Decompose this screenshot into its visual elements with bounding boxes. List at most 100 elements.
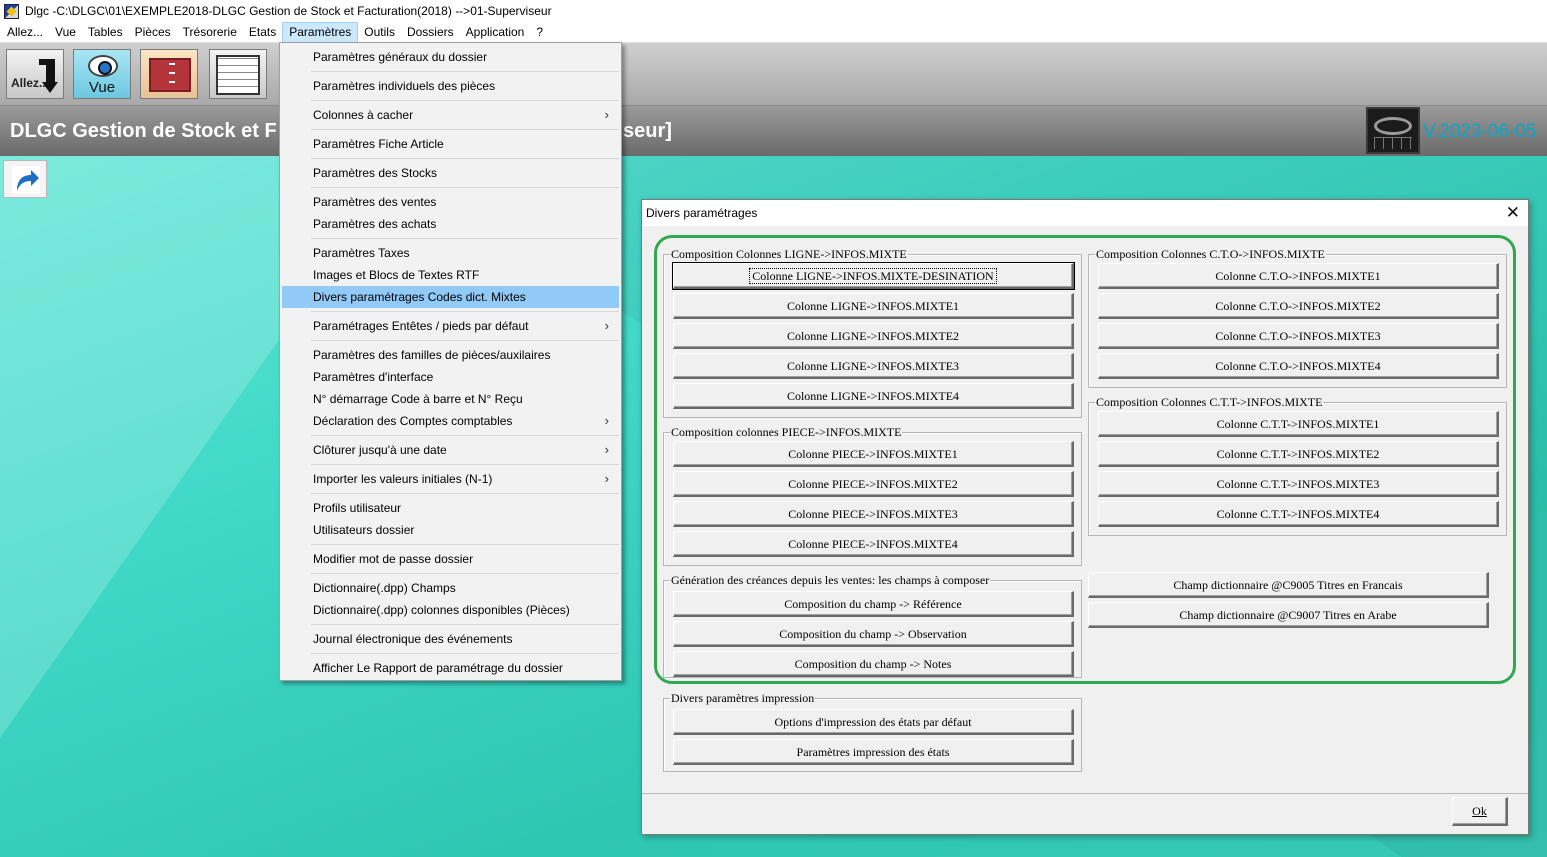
banner-title-tail: seur] xyxy=(623,120,672,142)
fiche-toolbar-button[interactable] xyxy=(209,49,267,99)
menu-outils[interactable]: Outils xyxy=(358,22,401,43)
form-person-icon xyxy=(216,55,260,95)
dd-item-rapport[interactable]: Afficher Le Rapport de paramétrage du do… xyxy=(282,657,619,679)
piece-mixte1-button[interactable]: Colonne PIECE->INFOS.MIXTE1 xyxy=(673,441,1074,467)
menu-help[interactable]: ? xyxy=(530,22,549,43)
menu-application[interactable]: Application xyxy=(460,22,531,43)
dialog-titlebar: Divers paramétrages ✕ xyxy=(642,200,1528,226)
ligne-mixte3-button[interactable]: Colonne LIGNE->INFOS.MIXTE3 xyxy=(673,353,1074,379)
group-piece: Composition colonnes PIECE->INFOS.MIXTE … xyxy=(663,425,1082,566)
piece-mixte3-button[interactable]: Colonne PIECE->INFOS.MIXTE3 xyxy=(673,501,1074,527)
dd-item-dictionnaire-champs[interactable]: Dictionnaire(.dpp) Champs xyxy=(282,577,619,599)
vue-toolbar-label: Vue xyxy=(88,79,116,96)
champ-observation-button[interactable]: Composition du champ -> Observation xyxy=(673,621,1074,647)
arrow-down-icon xyxy=(39,59,58,93)
dd-item-ventes[interactable]: Paramètres des ventes xyxy=(282,191,619,213)
group-cto-label: Composition Colonnes C.T.O->INFOS.MIXTE xyxy=(1095,247,1326,262)
ctt-mixte2-button[interactable]: Colonne C.T.T->INFOS.MIXTE2 xyxy=(1098,441,1499,467)
dd-item-achats[interactable]: Paramètres des achats xyxy=(282,213,619,235)
parametres-impression-button[interactable]: Paramètres impression des états xyxy=(673,739,1074,765)
dictionnaire-c9007-button[interactable]: Champ dictionnaire @C9007 Titres en Arab… xyxy=(1088,602,1489,628)
dd-item-journal[interactable]: Journal électronique des événements xyxy=(282,628,619,650)
cto-mixte4-button[interactable]: Colonne C.T.O->INFOS.MIXTE4 xyxy=(1098,353,1499,379)
app-logo-icon xyxy=(4,3,19,19)
piece-mixte4-button[interactable]: Colonne PIECE->INFOS.MIXTE4 xyxy=(673,531,1074,557)
ctt-mixte1-button[interactable]: Colonne C.T.T->INFOS.MIXTE1 xyxy=(1098,411,1499,437)
chevron-right-icon: › xyxy=(604,413,609,428)
dd-item-fiche-article[interactable]: Paramètres Fiche Article xyxy=(282,133,619,155)
dictionnaire-c9005-button[interactable]: Champ dictionnaire @C9005 Titres en Fran… xyxy=(1088,572,1489,598)
dd-item-parametres-generaux[interactable]: Paramètres généraux du dossier xyxy=(282,46,619,68)
ligne-mixte2-button[interactable]: Colonne LIGNE->INFOS.MIXTE2 xyxy=(673,323,1074,349)
menu-parametres[interactable]: Paramètres xyxy=(282,21,359,43)
menu-dossiers[interactable]: Dossiers xyxy=(401,22,460,43)
cto-mixte1-button[interactable]: Colonne C.T.O->INFOS.MIXTE1 xyxy=(1098,263,1499,289)
divers-parametrages-dialog: Divers paramétrages ✕ Composition Colonn… xyxy=(641,199,1529,835)
menu-etats[interactable]: Etats xyxy=(243,22,282,43)
group-generation: Génération des créances depuis les vente… xyxy=(663,573,1082,678)
ligne-mixte4-button[interactable]: Colonne LIGNE->INFOS.MIXTE4 xyxy=(673,383,1074,409)
dd-item-code-barre[interactable]: N° démarrage Code à barre et N° Reçu xyxy=(282,388,619,410)
dd-item-comptes-comptables[interactable]: Déclaration des Comptes comptables › xyxy=(282,410,619,432)
window-title: Dlgc -C:\DLGC\01\EXEMPLE2018-DLGC Gestio… xyxy=(25,4,552,18)
ligne-mixte1-button[interactable]: Colonne LIGNE->INFOS.MIXTE1 xyxy=(673,293,1074,319)
shortcut-button[interactable] xyxy=(3,160,47,198)
menubar: Allez... Vue Tables Pièces Trésorerie Et… xyxy=(0,21,1547,43)
dd-item-entetes-pieds[interactable]: Paramétrages Entêtes / pieds par défaut › xyxy=(282,315,619,337)
dd-item-stocks[interactable]: Paramètres des Stocks xyxy=(282,162,619,184)
menu-pieces[interactable]: Pièces xyxy=(129,22,177,43)
dd-item-colonnes-cacher[interactable]: Colonnes à cacher › xyxy=(282,104,619,126)
dd-item-utilisateurs[interactable]: Utilisateurs dossier xyxy=(282,519,619,541)
group-ligne: Composition Colonnes LIGNE->INFOS.MIXTE … xyxy=(663,247,1082,418)
dd-item-taxes[interactable]: Paramètres Taxes xyxy=(282,242,619,264)
menu-vue[interactable]: Vue xyxy=(49,22,82,43)
vue-toolbar-button[interactable]: Vue xyxy=(73,49,131,99)
group-ctt-label: Composition Colonnes C.T.T->INFOS.MIXTE xyxy=(1095,395,1324,410)
group-ligne-label: Composition Colonnes LIGNE->INFOS.MIXTE xyxy=(670,247,908,262)
dd-item-interface[interactable]: Paramètres d'interface xyxy=(282,366,619,388)
dd-item-divers-parametrages[interactable]: Divers paramétrages Codes dict. Mixtes xyxy=(282,286,619,308)
chevron-right-icon: › xyxy=(604,318,609,333)
dialog-footer-divider xyxy=(642,793,1528,794)
toolbar: Allez... Vue xyxy=(0,43,1547,106)
options-impression-button[interactable]: Options d'impression des états par défau… xyxy=(673,709,1074,735)
dd-item-mot-de-passe[interactable]: Modifier mot de passe dossier xyxy=(282,548,619,570)
app-banner: DLGC Gestion de Stock et F seur] xyxy=(0,106,1547,156)
ctt-mixte3-button[interactable]: Colonne C.T.T->INFOS.MIXTE3 xyxy=(1098,471,1499,497)
calendar-icon[interactable] xyxy=(1366,107,1420,154)
dd-item-images-rtf[interactable]: Images et Blocs de Textes RTF xyxy=(282,264,619,286)
dd-item-profils[interactable]: Profils utilisateur xyxy=(282,497,619,519)
group-cto: Composition Colonnes C.T.O->INFOS.MIXTE … xyxy=(1088,247,1507,388)
group-generation-label: Génération des créances depuis les vente… xyxy=(670,573,991,588)
shortcut-arrow-icon xyxy=(12,166,40,194)
close-icon[interactable]: ✕ xyxy=(1506,203,1520,223)
group-ctt: Composition Colonnes C.T.T->INFOS.MIXTE … xyxy=(1088,395,1507,536)
dd-item-parametres-individuels[interactable]: Paramètres individuels des pièces xyxy=(282,75,619,97)
cto-mixte3-button[interactable]: Colonne C.T.O->INFOS.MIXTE3 xyxy=(1098,323,1499,349)
menu-allez[interactable]: Allez... xyxy=(1,22,49,43)
eye-icon xyxy=(88,55,118,77)
document-grid-icon xyxy=(149,58,191,92)
champ-reference-button[interactable]: Composition du champ -> Référence xyxy=(673,591,1074,617)
dialog-title: Divers paramétrages xyxy=(646,206,758,220)
ligne-desination-button[interactable]: Colonne LIGNE->INFOS.MIXTE-DESINATION xyxy=(672,262,1075,290)
dd-item-importer-valeurs[interactable]: Importer les valeurs initiales (N-1) › xyxy=(282,468,619,490)
dd-item-cloturer[interactable]: Clôturer jusqu'à une date › xyxy=(282,439,619,461)
menu-tables[interactable]: Tables xyxy=(82,22,129,43)
group-impression-label: Divers paramètres impression xyxy=(670,691,816,706)
piece-mixte2-button[interactable]: Colonne PIECE->INFOS.MIXTE2 xyxy=(673,471,1074,497)
allez-toolbar-button[interactable]: Allez... xyxy=(6,49,64,99)
pieces-toolbar-button[interactable] xyxy=(140,49,198,99)
group-piece-label: Composition colonnes PIECE->INFOS.MIXTE xyxy=(670,425,903,440)
champ-notes-button[interactable]: Composition du champ -> Notes xyxy=(673,651,1074,677)
chevron-right-icon: › xyxy=(604,471,609,486)
group-impression: Divers paramètres impression Options d'i… xyxy=(663,691,1082,772)
ok-button[interactable]: Ok xyxy=(1452,797,1508,826)
dd-item-dictionnaire-colonnes[interactable]: Dictionnaire(.dpp) colonnes disponibles … xyxy=(282,599,619,621)
ctt-mixte4-button[interactable]: Colonne C.T.T->INFOS.MIXTE4 xyxy=(1098,501,1499,527)
parametres-dropdown: Paramètres généraux du dossier Paramètre… xyxy=(279,42,622,681)
window-titlebar: Dlgc -C:\DLGC\01\EXEMPLE2018-DLGC Gestio… xyxy=(0,0,1547,22)
dd-item-familles-pieces[interactable]: Paramètres des familles de pièces/auxila… xyxy=(282,344,619,366)
cto-mixte2-button[interactable]: Colonne C.T.O->INFOS.MIXTE2 xyxy=(1098,293,1499,319)
menu-tresorerie[interactable]: Trésorerie xyxy=(177,22,243,43)
